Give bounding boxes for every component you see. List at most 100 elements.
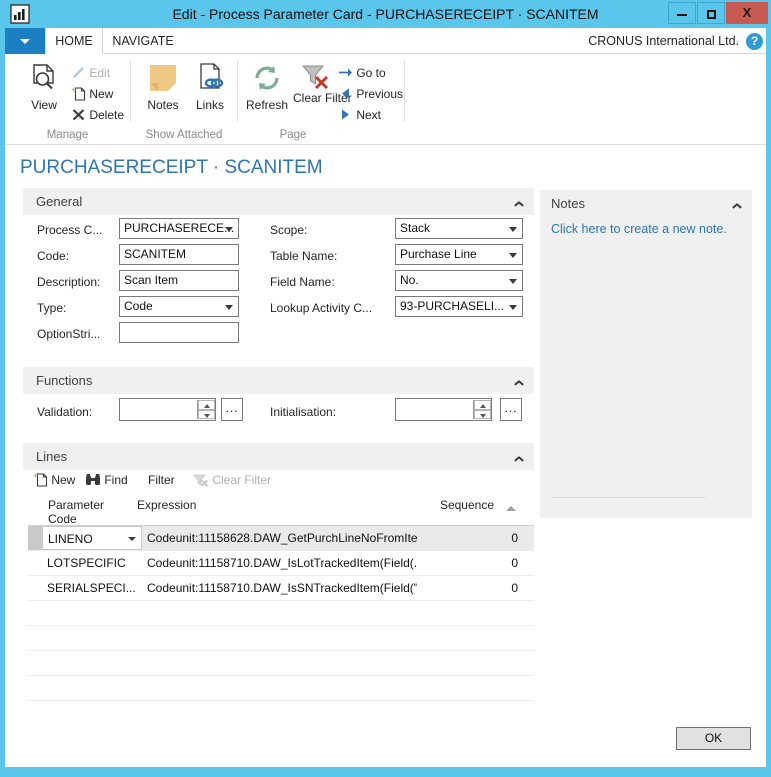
field-optionstring[interactable]	[119, 322, 239, 343]
delete-button-label: Delete	[89, 108, 125, 122]
ribbon-group-manage: View Edit New Delete Manage	[5, 54, 130, 145]
chevron-down-icon[interactable]	[509, 227, 517, 232]
previous-button[interactable]: Previous	[338, 84, 403, 104]
section-lines-title: Lines	[36, 449, 68, 464]
field-field-name[interactable]: No.	[395, 270, 523, 291]
dialog-footer: OK	[5, 710, 766, 767]
notes-panel: Notes Click here to create a new note.	[540, 190, 752, 518]
cell-sequence: 0	[511, 531, 518, 545]
spinner-up-icon[interactable]	[198, 400, 215, 410]
new-document-icon	[70, 87, 86, 101]
general-collapse-header[interactable]: General	[23, 188, 534, 215]
validation-ellipsis-button[interactable]: ...	[221, 398, 243, 421]
chevron-down-icon[interactable]	[225, 305, 233, 310]
initialisation-spinner[interactable]	[473, 400, 491, 419]
next-button[interactable]: Next	[338, 105, 381, 125]
close-button[interactable]: X	[726, 2, 768, 24]
chevron-down-icon[interactable]	[509, 279, 517, 284]
edit-button[interactable]: Edit	[71, 63, 110, 83]
quick-access-dropdown-button[interactable]	[5, 28, 45, 54]
help-icon[interactable]: ?	[746, 33, 763, 50]
links-button[interactable]: Links	[187, 62, 233, 120]
column-header-parameter-code[interactable]: Parameter Code	[48, 498, 134, 526]
chevron-down-icon[interactable]	[128, 537, 136, 541]
page-title: PURCHASERECEIPT · SCANITEM	[20, 157, 323, 178]
delete-button[interactable]: Delete	[71, 105, 124, 125]
arrow-right-solid-icon	[342, 109, 349, 120]
chevron-down-icon[interactable]	[509, 253, 517, 258]
table-row-empty[interactable]	[28, 651, 534, 676]
row-handle[interactable]	[28, 551, 42, 575]
field-code[interactable]: SCANITEM	[119, 244, 239, 265]
chevron-down-icon[interactable]	[509, 305, 517, 310]
field-label-optionstring: OptionStri...	[37, 327, 101, 341]
chevron-up-icon[interactable]	[732, 201, 741, 210]
previous-button-label: Previous	[356, 87, 404, 101]
table-row[interactable]: LINENO Codeunit:11158628.DAW_GetPurchLin…	[28, 526, 534, 551]
field-label-type: Type:	[37, 301, 67, 315]
ok-button[interactable]: OK	[676, 727, 751, 750]
lines-filter-button[interactable]: Filter	[148, 470, 175, 490]
section-general-header[interactable]: General	[23, 188, 534, 215]
row-handle[interactable]	[28, 576, 42, 600]
notes-collapse-header[interactable]: Notes	[540, 190, 752, 217]
minimize-button[interactable]	[668, 2, 696, 24]
goto-button[interactable]: Go to	[338, 63, 386, 83]
column-header-sequence[interactable]: Sequence	[426, 498, 494, 512]
notes-button[interactable]: Notes	[139, 62, 187, 120]
field-scope[interactable]: Stack	[395, 218, 523, 239]
refresh-button-label: Refresh	[245, 98, 289, 112]
page-content: PURCHASERECEIPT · SCANITEM General Proce…	[5, 145, 766, 767]
field-type[interactable]: Code	[119, 296, 239, 317]
title-bar: Edit - Process Parameter Card - PURCHASE…	[0, 0, 771, 28]
field-description[interactable]: Scan Item	[119, 270, 239, 291]
table-row-empty[interactable]	[28, 601, 534, 626]
section-general-title: General	[36, 194, 83, 209]
create-note-link[interactable]: Click here to create a new note.	[551, 222, 727, 236]
arrow-right-icon	[339, 68, 352, 77]
delete-x-icon	[72, 109, 85, 121]
refresh-button[interactable]: Refresh	[241, 62, 293, 120]
field-validation[interactable]	[119, 398, 216, 421]
spinner-down-icon[interactable]	[474, 409, 491, 419]
lines-collapse-header[interactable]: Lines	[23, 443, 534, 470]
tab-navigate[interactable]: NAVIGATE	[104, 28, 182, 54]
initialisation-ellipsis-button[interactable]: ...	[500, 398, 522, 421]
lines-new-button[interactable]: New	[32, 470, 75, 490]
chevron-up-icon[interactable]	[514, 199, 523, 208]
table-row-empty[interactable]	[28, 626, 534, 651]
field-table-name-value: Purchase Line	[400, 247, 477, 261]
functions-collapse-header[interactable]: Functions	[23, 367, 534, 394]
chevron-down-icon[interactable]	[225, 227, 233, 232]
validation-spinner[interactable]	[197, 400, 215, 419]
new-button[interactable]: New	[70, 84, 113, 104]
chevron-up-icon[interactable]	[514, 454, 523, 463]
lines-find-button[interactable]: Find	[85, 470, 128, 490]
column-header-expression[interactable]: Expression	[137, 498, 317, 512]
field-process-c[interactable]: PURCHASERECE...	[119, 218, 239, 239]
row-handle[interactable]	[28, 526, 42, 550]
table-row[interactable]: SERIALSPECI... Codeunit:11158710.DAW_IsS…	[28, 576, 534, 601]
view-button[interactable]: View	[19, 62, 69, 120]
chevron-up-icon[interactable]	[514, 378, 523, 387]
links-button-label: Links	[195, 98, 224, 112]
table-row-empty[interactable]	[28, 676, 534, 701]
lines-clear-filter-label: Clear Filter	[212, 473, 272, 487]
spinner-down-icon[interactable]	[198, 409, 215, 419]
maximize-button[interactable]	[697, 2, 725, 24]
table-row[interactable]: LOTSPECIFIC Codeunit:11158710.DAW_IsLotT…	[28, 551, 534, 576]
lines-clear-filter-button[interactable]: Clear Filter	[193, 470, 271, 490]
section-functions-header[interactable]: Functions	[23, 367, 534, 394]
spinner-up-icon[interactable]	[474, 400, 491, 410]
section-lines-header[interactable]: Lines	[23, 443, 534, 470]
lines-grid: Parameter Code Expression Sequence LINEN…	[28, 495, 534, 751]
field-process-c-value: PURCHASERECE...	[124, 221, 235, 235]
new-document-icon	[32, 473, 48, 487]
field-table-name[interactable]: Purchase Line	[395, 244, 523, 265]
cell-parameter-code-editor[interactable]: LINENO	[42, 526, 142, 550]
tab-home[interactable]: HOME	[45, 28, 103, 54]
field-lookup-activity-c[interactable]: 93-PURCHASELI...	[395, 296, 523, 317]
field-initialisation[interactable]	[395, 398, 492, 421]
ribbon-group-show-attached: Notes Links Show Attached	[131, 54, 237, 145]
clear-filter-button[interactable]: Clear Filter	[293, 62, 352, 132]
